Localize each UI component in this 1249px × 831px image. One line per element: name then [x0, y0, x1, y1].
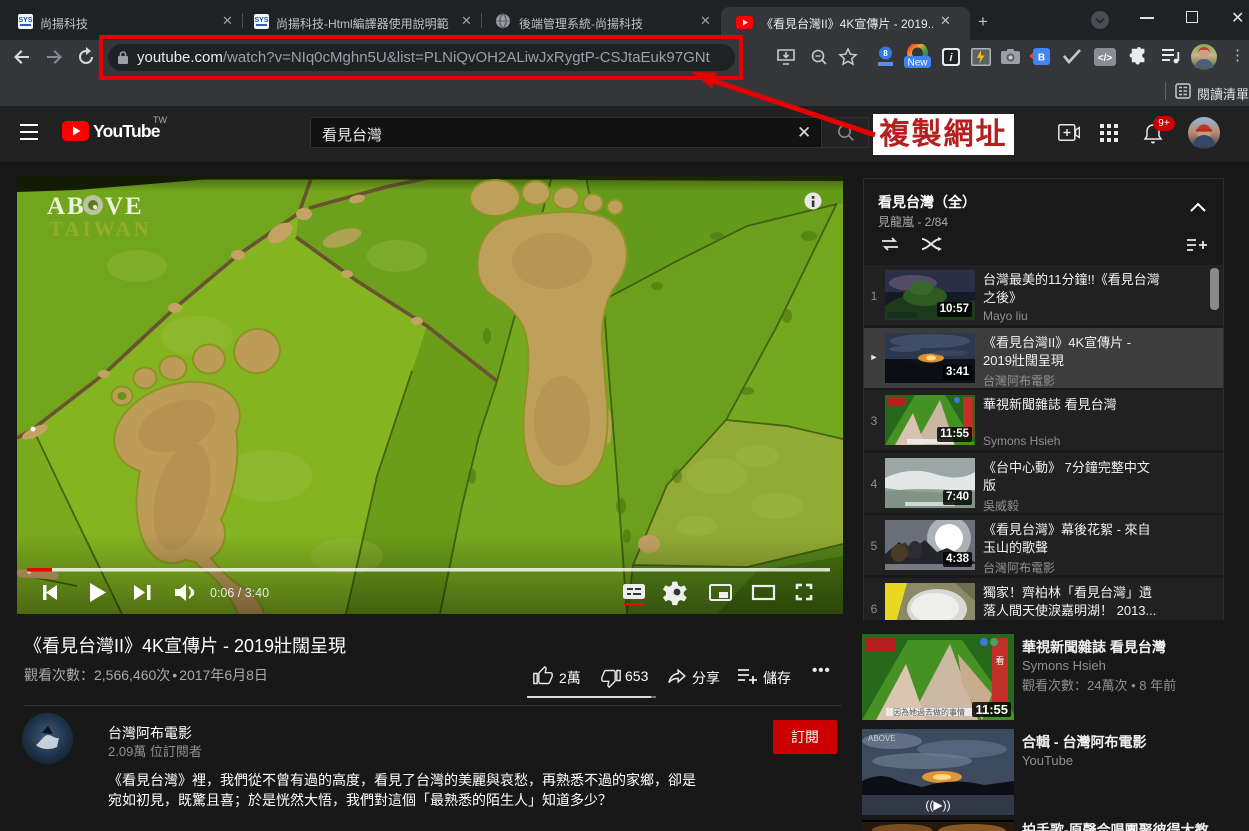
svg-text:SYS: SYS: [254, 17, 268, 24]
svg-text:VE: VE: [105, 193, 144, 220]
svg-text:因為她過去做的事情: 因為她過去做的事情: [893, 707, 965, 717]
svg-text:SYS: SYS: [18, 17, 32, 24]
svg-text:</>: </>: [1098, 53, 1113, 64]
svg-text:0:06 / 3:40: 0:06 / 3:40: [210, 586, 269, 600]
svg-text:New: New: [907, 58, 928, 69]
svg-text:8: 8: [883, 49, 888, 58]
svg-text:看: 看: [995, 655, 1004, 666]
svg-text:B: B: [1038, 53, 1045, 64]
svg-text:TAIWAN: TAIWAN: [49, 217, 152, 241]
svg-text:ABOVE: ABOVE: [868, 734, 896, 743]
svg-text:AB: AB: [47, 193, 86, 220]
